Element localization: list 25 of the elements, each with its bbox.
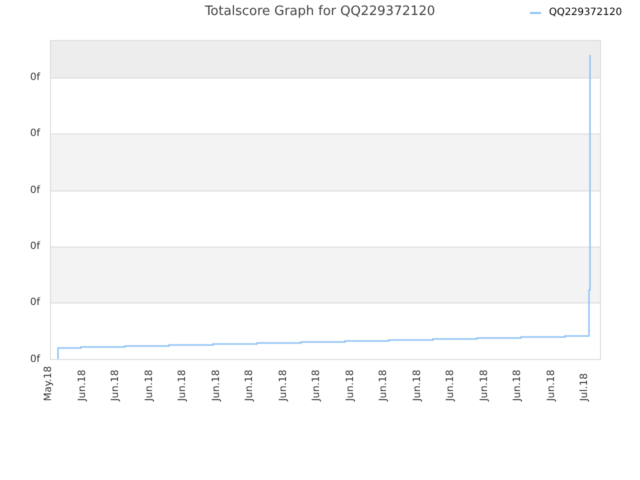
y-tick-label: 0f: [30, 128, 40, 140]
x-tick-label: Jun.18: [244, 368, 256, 402]
x-tick-label: Jun.18: [311, 368, 323, 402]
legend-label: QQ229372120: [548, 6, 622, 20]
x-tick-label: Jun.18: [445, 368, 457, 402]
y-tick-label: 0f: [30, 72, 40, 84]
x-tick-label: Jun.18: [278, 368, 290, 402]
x-tick-label: Jun.18: [110, 368, 122, 402]
chart-title: Totalscore Graph for QQ229372120: [204, 3, 436, 21]
x-tick-label: Jun.18: [512, 368, 524, 402]
x-tick-label: Jul.18: [579, 372, 591, 402]
y-tick-label: 0f: [30, 297, 40, 309]
x-tick-label: Jun.18: [144, 368, 156, 402]
x-tick-label: Jun.18: [177, 368, 189, 402]
y-tick-label: 0f: [30, 185, 40, 197]
x-tick-label: May.18: [43, 366, 55, 402]
x-tick-label: Jun.18: [412, 368, 424, 402]
x-tick-label: Jun.18: [378, 368, 390, 402]
y-tick-label: 0f: [30, 241, 40, 253]
x-tick-label: Jun.18: [546, 368, 558, 402]
x-tick-label: Jun.18: [210, 368, 222, 402]
x-tick-label: Jun.18: [478, 368, 490, 402]
x-tick-label: Jun.18: [344, 368, 356, 402]
y-tick-label: 0f: [30, 354, 40, 366]
x-tick-label: Jun.18: [76, 368, 88, 402]
